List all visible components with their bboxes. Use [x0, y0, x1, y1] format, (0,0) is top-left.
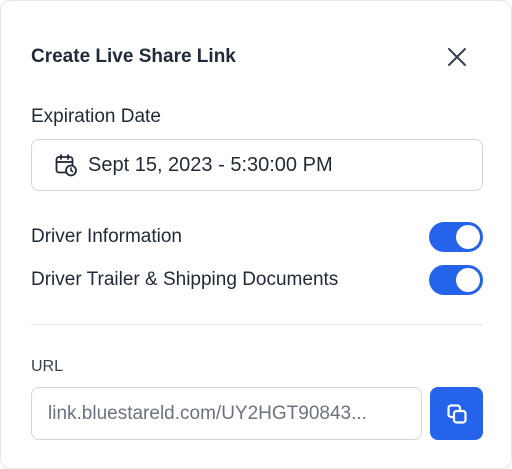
divider [31, 324, 483, 325]
expiration-date-field[interactable]: Sept 15, 2023 - 5:30:00 PM [31, 139, 483, 191]
toggle-knob [456, 225, 480, 249]
toggle-row-driver-information: Driver Information [31, 222, 483, 252]
dialog-title: Create Live Share Link [31, 46, 236, 67]
toggle-row-driver-trailer-documents: Driver Trailer & Shipping Documents [31, 265, 483, 295]
driver-information-label: Driver Information [31, 226, 182, 247]
url-field[interactable] [31, 387, 422, 440]
expiration-date-value: Sept 15, 2023 - 5:30:00 PM [88, 153, 333, 176]
expiration-date-label: Expiration Date [31, 106, 161, 127]
url-label: URL [31, 358, 64, 375]
driver-trailer-documents-label: Driver Trailer & Shipping Documents [31, 269, 339, 290]
toggle-knob [456, 268, 480, 292]
close-icon [448, 48, 466, 66]
close-button[interactable] [441, 41, 473, 73]
driver-information-toggle[interactable] [429, 222, 483, 252]
driver-trailer-documents-toggle[interactable] [429, 265, 483, 295]
calendar-clock-icon [55, 154, 77, 177]
live-share-dialog: Create Live Share Link Expiration Date S… [0, 0, 512, 469]
copy-button[interactable] [430, 387, 483, 440]
url-input[interactable] [46, 401, 407, 426]
copy-icon [446, 403, 467, 424]
